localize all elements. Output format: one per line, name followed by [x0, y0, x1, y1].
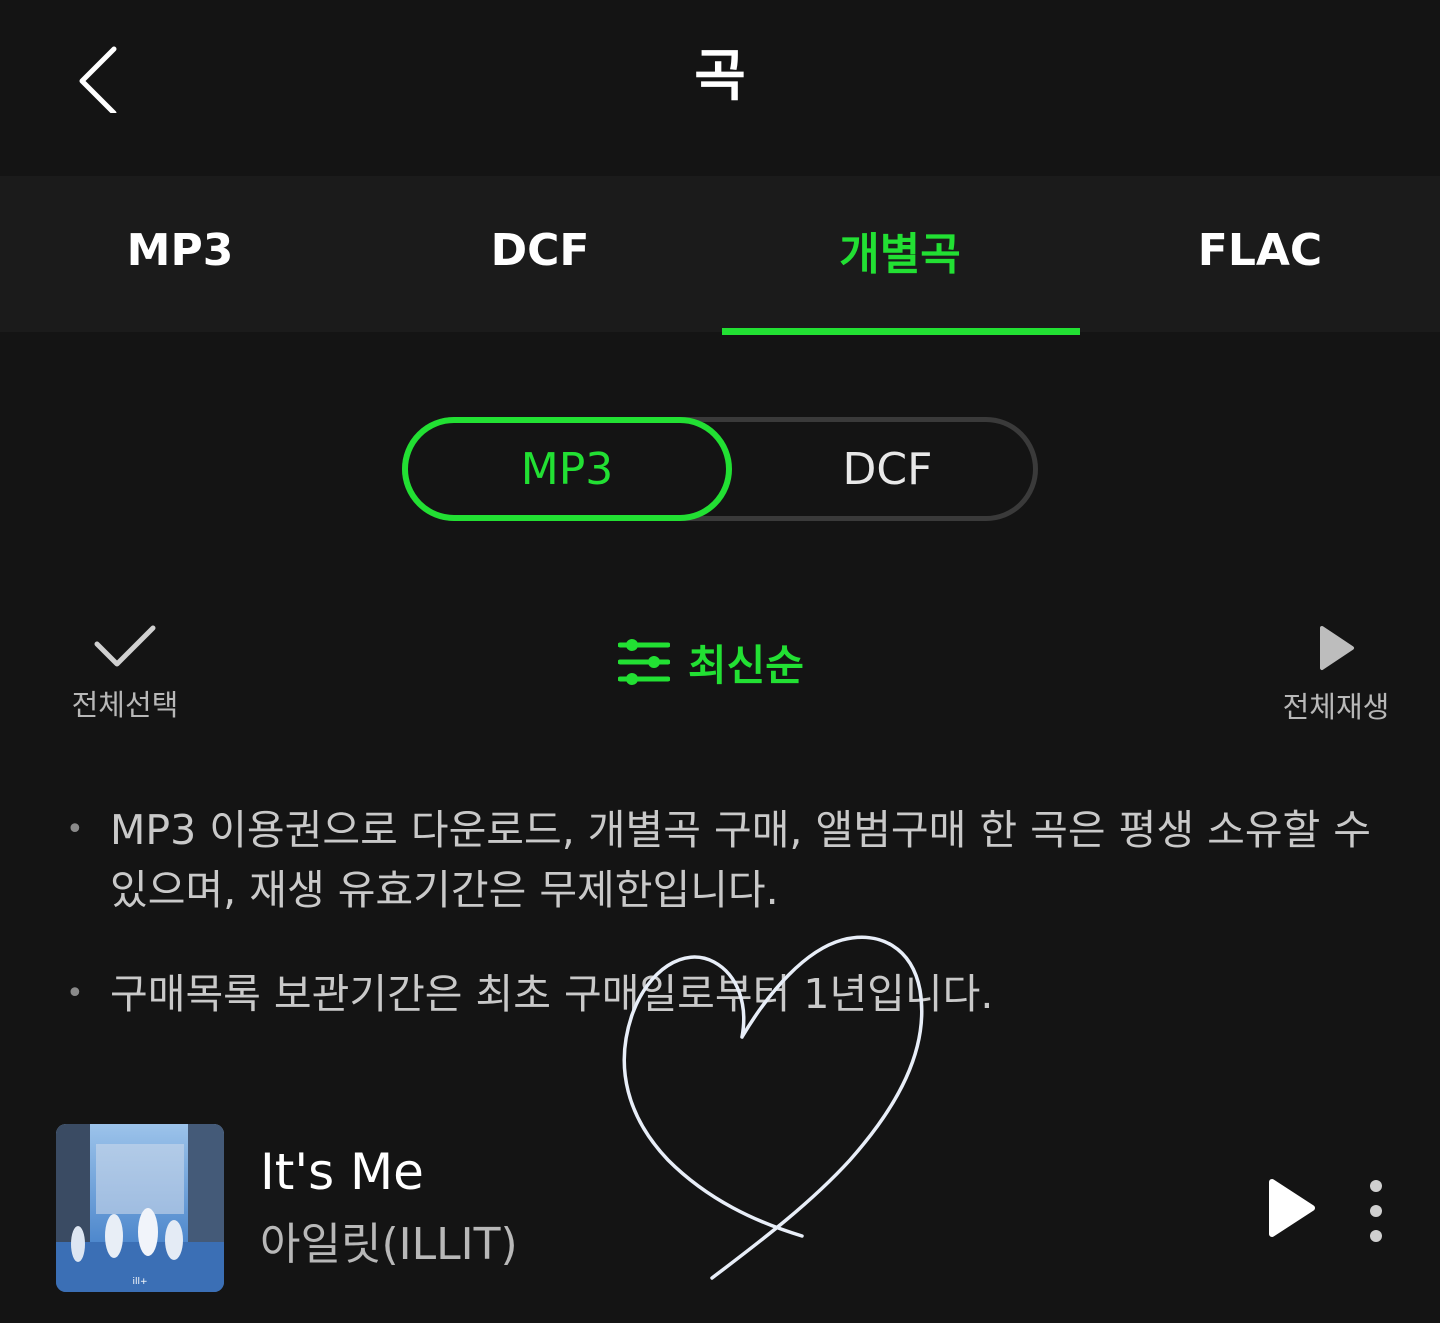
notice-text: MP3 이용권으로 다운로드, 개별곡 구매, 앨범구매 한 곡은 평생 소유할… — [110, 806, 1372, 914]
track-title: It's Me — [260, 1143, 424, 1201]
sort-label: 최신순 — [688, 640, 804, 690]
notice-item: • MP3 이용권으로 다운로드, 개별곡 구매, 앨범구매 한 곡은 평생 소… — [66, 800, 1376, 920]
tab-individual-songs[interactable]: 개별곡 — [720, 176, 1080, 335]
play-all-label: 전체재생 — [1282, 690, 1390, 724]
play-icon — [1269, 1179, 1315, 1237]
play-icon — [1320, 626, 1354, 670]
category-tabs: MP3 DCF 개별곡 FLAC — [0, 176, 1440, 335]
header-bar: 곡 — [0, 0, 1440, 160]
purchased-songs-screen: 곡 MP3 DCF 개별곡 FLAC DCF MP3 전체선택 최신순 전체재생… — [0, 0, 1440, 1323]
tab-mp3[interactable]: MP3 — [0, 176, 360, 332]
select-all-label: 전체선택 — [71, 688, 179, 722]
bullet: • — [66, 812, 84, 847]
format-toggle: DCF MP3 — [402, 417, 1038, 521]
album-cover[interactable]: ill+ — [56, 1124, 224, 1292]
play-all-button[interactable]: 전체재생 — [1270, 624, 1402, 726]
select-all-button[interactable]: 전체선택 — [60, 624, 190, 724]
bullet: • — [66, 976, 84, 1011]
sort-button[interactable]: 최신순 — [618, 632, 804, 692]
notice-item: • 구매목록 보관기간은 최초 구매일로부터 1년입니다. — [66, 964, 1376, 1024]
track-play-button[interactable] — [1260, 1176, 1320, 1240]
track-row[interactable]: ill+ It's Me 아일릿(ILLIT) — [0, 1110, 1440, 1310]
notice-text: 구매목록 보관기간은 최초 구매일로부터 1년입니다. — [110, 970, 994, 1018]
format-toggle-dcf[interactable]: DCF — [732, 417, 1043, 521]
more-vertical-icon — [1370, 1180, 1382, 1242]
page-title: 곡 — [694, 44, 746, 109]
track-more-button[interactable] — [1356, 1176, 1396, 1246]
filter-sliders-icon — [618, 639, 670, 685]
format-toggle-mp3[interactable]: MP3 — [402, 417, 732, 521]
checkmark-icon — [94, 625, 156, 667]
track-artist: 아일릿(ILLIT) — [260, 1219, 518, 1270]
tab-dcf[interactable]: DCF — [360, 176, 720, 332]
cover-logo-text: ill+ — [132, 1277, 147, 1287]
tab-flac[interactable]: FLAC — [1080, 176, 1440, 332]
